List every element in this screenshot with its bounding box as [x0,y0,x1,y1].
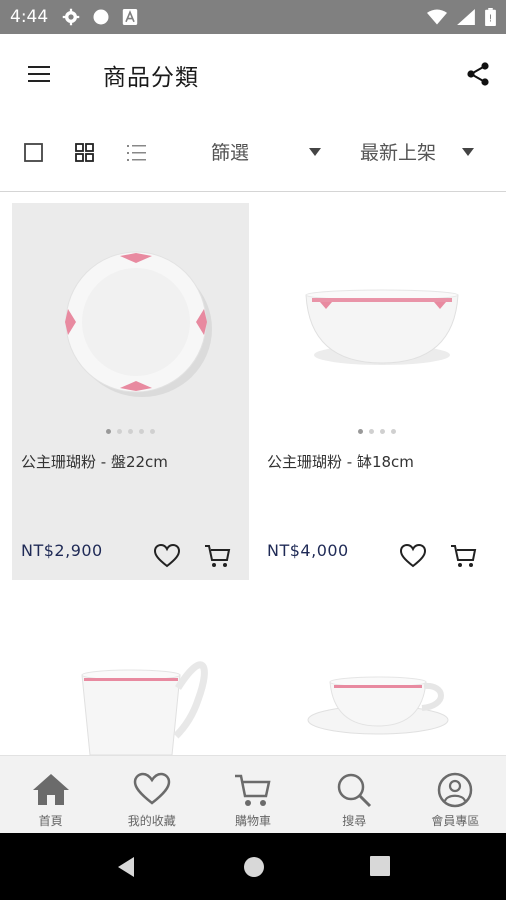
cart-icon[interactable] [204,543,232,569]
svg-text:!: ! [489,14,493,25]
heart-icon[interactable] [153,543,181,569]
nav-cart-label: 購物車 [235,814,272,828]
nav-favorites-label: 我的收藏 [127,814,176,828]
circle-icon [93,9,109,25]
product-image [81,661,208,755]
list-view-icon[interactable] [126,142,148,164]
font-notification-icon [122,9,138,25]
grid-view-icon[interactable] [74,142,96,164]
user-icon [438,772,473,808]
wifi-icon [427,9,447,25]
sort-dropdown[interactable]: 最新上架 [360,138,475,165]
nav-search-label: 搜尋 [342,814,367,828]
heart-icon[interactable] [399,543,427,569]
view-toolbar: 篩選 最新上架 [0,114,506,192]
home-icon [32,774,69,805]
share-icon[interactable] [464,60,492,88]
product-price: NT$2,900 [21,541,103,560]
nav-home[interactable]: 首頁 [0,756,101,833]
nav-home-label: 首頁 [38,814,63,828]
status-time: 4:44 [10,7,49,27]
product-image [305,289,459,365]
home-button-icon[interactable] [242,855,266,879]
back-icon[interactable] [114,855,138,879]
search-icon [337,773,372,808]
chevron-down-icon [462,147,475,156]
product-card[interactable]: 公主珊瑚粉 - 缽18cm NT$4,000 [258,203,495,580]
app-bar: 商品分類 [0,34,506,114]
system-navigation-bar [0,833,506,900]
chevron-down-icon [309,147,322,156]
image-carousel-dots[interactable] [258,429,495,434]
cart-icon [235,774,271,806]
signal-icon [457,9,475,25]
status-bar: 4:44 ! [0,0,506,34]
nav-favorites[interactable]: 我的收藏 [101,756,202,833]
filter-label: 篩選 [211,142,250,164]
recents-icon[interactable] [369,855,391,877]
product-price: NT$4,000 [267,541,349,560]
product-card[interactable] [12,590,249,755]
menu-icon[interactable] [26,62,54,86]
product-image [307,676,449,735]
product-name[interactable]: 公主珊瑚粉 - 盤22cm [21,451,168,472]
nav-search[interactable]: 搜尋 [304,756,405,833]
cart-icon[interactable] [450,543,478,569]
single-view-icon[interactable] [23,142,45,164]
sort-label: 最新上架 [360,142,437,164]
image-carousel-dots[interactable] [12,429,249,434]
product-name[interactable]: 公主珊瑚粉 - 缽18cm [267,451,414,472]
nav-member[interactable]: 會員專區 [405,756,506,833]
heart-icon [133,772,171,805]
filter-dropdown[interactable]: 篩選 [211,138,322,165]
product-card[interactable] [258,590,495,755]
battery-icon: ! [485,8,496,26]
settings-icon [62,8,80,26]
page-title: 商品分類 [103,65,199,91]
bottom-navigation: 首頁 我的收藏 購物車 搜尋 會員專區 [0,755,506,833]
nav-member-label: 會員專區 [431,814,480,828]
nav-cart[interactable]: 購物車 [202,756,303,833]
product-image [65,251,212,397]
product-card[interactable]: 公主珊瑚粉 - 盤22cm NT$2,900 [12,203,249,580]
